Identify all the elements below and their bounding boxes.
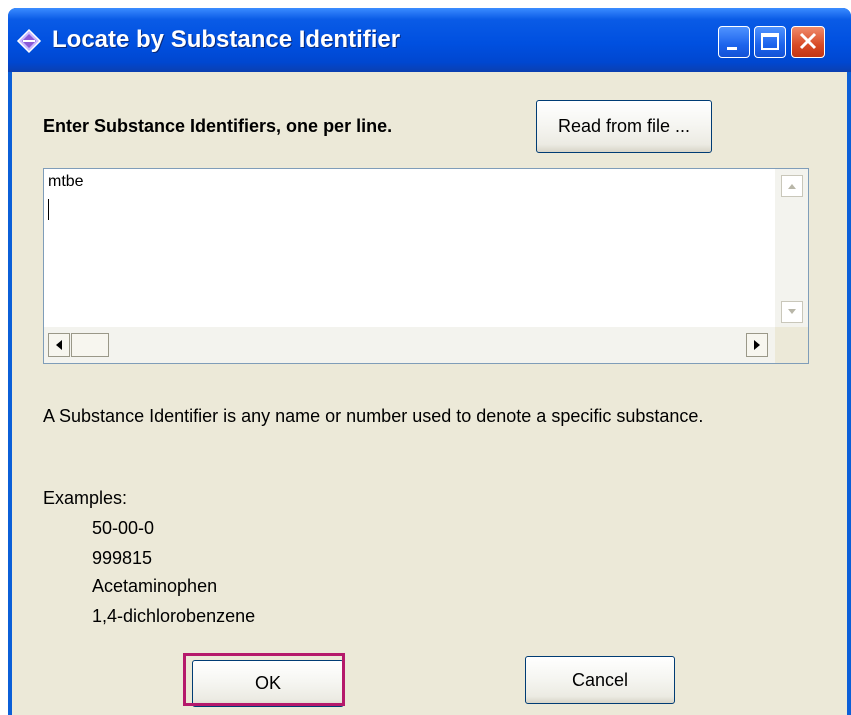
arrow-left-icon xyxy=(56,340,62,350)
scrollbar-corner xyxy=(775,327,808,363)
dialog-body: Enter Substance Identifiers, one per lin… xyxy=(12,72,847,715)
maximize-icon xyxy=(761,33,779,50)
maximize-button[interactable] xyxy=(754,26,786,58)
example-item: 1,4-dichlorobenzene xyxy=(92,606,256,626)
ok-highlight-frame xyxy=(183,653,345,706)
identifiers-textarea[interactable]: mtbe xyxy=(43,168,809,364)
example-item: 999815 xyxy=(92,548,153,568)
read-from-file-button[interactable]: Read from file ... xyxy=(536,100,712,153)
title-bar[interactable]: Locate by Substance Identifier xyxy=(8,8,851,72)
arrow-right-icon xyxy=(754,340,760,350)
arrow-down-icon xyxy=(788,309,796,314)
dialog-window: Locate by Substance Identifier Enter Sub… xyxy=(8,8,851,715)
vertical-scrollbar[interactable] xyxy=(775,169,808,327)
arrow-up-icon xyxy=(788,184,796,189)
textarea-value: mtbe xyxy=(48,173,84,190)
scroll-left-button[interactable] xyxy=(48,333,70,357)
scroll-down-button[interactable] xyxy=(781,301,803,323)
examples-label: Examples: xyxy=(43,488,128,508)
example-item: 50-00-0 xyxy=(92,518,155,538)
horizontal-scrollbar[interactable] xyxy=(44,327,808,363)
minimize-icon xyxy=(727,47,737,50)
cancel-button[interactable]: Cancel xyxy=(525,656,675,704)
app-icon xyxy=(16,28,42,54)
window-title: Locate by Substance Identifier xyxy=(52,26,401,53)
close-button[interactable] xyxy=(791,26,825,58)
scroll-right-button[interactable] xyxy=(746,333,768,357)
scroll-thumb[interactable] xyxy=(71,333,109,357)
description-text: A Substance Identifier is any name or nu… xyxy=(43,406,704,426)
scroll-up-button[interactable] xyxy=(781,175,803,197)
close-icon xyxy=(799,32,817,50)
prompt-label: Enter Substance Identifiers, one per lin… xyxy=(43,116,393,136)
text-caret xyxy=(48,199,49,220)
minimize-button[interactable] xyxy=(718,26,750,58)
example-item: Acetaminophen xyxy=(92,576,218,596)
